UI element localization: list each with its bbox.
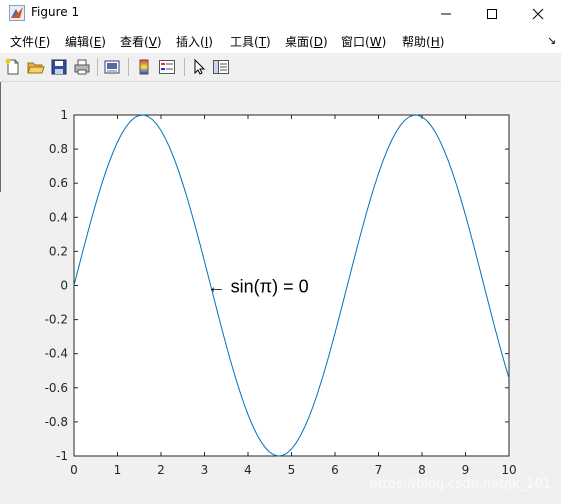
x-tick-label: 0: [70, 463, 78, 477]
y-tick-label: 0.4: [49, 210, 68, 224]
y-tick-label: 1: [60, 108, 68, 122]
sine-plot[interactable]: 0 1 2 3 4 5 6 7 8 9 10 1 0.8 0.6 0.4 0.2 0 -0.2 -0.4 -0.6 -0…: [0, 0, 561, 504]
annotation-text: ← sin(π) = 0: [208, 277, 309, 297]
y-tick-label: -0.6: [45, 381, 68, 395]
y-tick-label: -0.8: [45, 415, 68, 429]
y-tick-label: -0.2: [45, 313, 68, 327]
y-tick-label: 0.6: [49, 176, 68, 190]
x-tick-label: 6: [331, 463, 339, 477]
watermark-text: https://blog.csdn.net/jk_101: [369, 477, 551, 492]
y-tick-label: -1: [56, 449, 68, 463]
y-tick-label: -0.4: [45, 347, 68, 361]
x-tick-label: 8: [418, 463, 426, 477]
x-tick-label: 7: [375, 463, 383, 477]
x-tick-label: 1: [114, 463, 122, 477]
y-tick-label: 0.2: [49, 244, 68, 258]
x-tick-label: 4: [244, 463, 252, 477]
x-tick-label: 3: [201, 463, 209, 477]
x-tick-label: 2: [157, 463, 165, 477]
x-tick-label: 10: [501, 463, 516, 477]
x-tick-label: 9: [462, 463, 470, 477]
x-tick-label: 5: [288, 463, 296, 477]
y-tick-label: 0.8: [49, 142, 68, 156]
y-tick-label: 0: [60, 279, 68, 293]
